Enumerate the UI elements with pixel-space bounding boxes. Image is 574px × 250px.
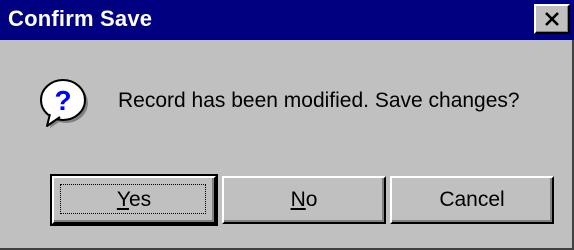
title-bar[interactable]: Confirm Save xyxy=(0,0,574,40)
question-icon: ? xyxy=(36,78,94,130)
svg-text:?: ? xyxy=(54,85,71,116)
close-icon xyxy=(545,12,559,26)
dialog-message: Record has been modified. Save changes? xyxy=(118,89,520,112)
close-button[interactable] xyxy=(534,4,570,34)
cancel-button[interactable]: Cancel xyxy=(390,176,554,224)
confirm-save-dialog: Confirm Save ? Record has been modified.… xyxy=(0,0,574,250)
no-button[interactable]: No xyxy=(222,176,386,224)
dialog-title: Confirm Save xyxy=(8,6,153,31)
yes-button-label: Yes xyxy=(116,188,152,211)
yes-button[interactable]: Yes xyxy=(50,174,218,226)
no-button-label: No xyxy=(290,188,318,211)
cancel-button-label: Cancel xyxy=(439,188,505,211)
